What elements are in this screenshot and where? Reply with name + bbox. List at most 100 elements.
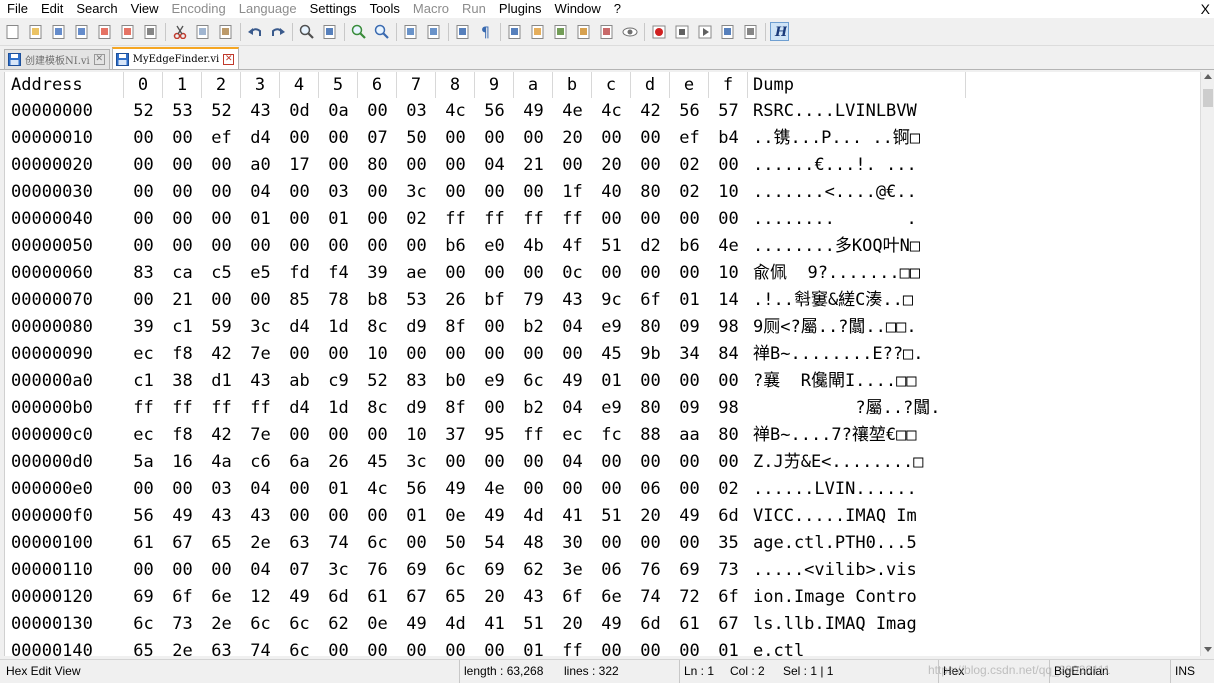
byte-cell[interactable]: e5	[241, 260, 280, 287]
byte-cell[interactable]: 6a	[280, 449, 319, 476]
byte-cell[interactable]: 7e	[241, 341, 280, 368]
eye-icon[interactable]	[620, 22, 639, 41]
byte-cell[interactable]: 02	[670, 179, 709, 206]
byte-cell[interactable]: 43	[241, 503, 280, 530]
byte-cell[interactable]: 84	[709, 341, 748, 368]
byte-cell[interactable]: 8c	[358, 395, 397, 422]
byte-cell[interactable]: 00	[436, 125, 475, 152]
undo-icon[interactable]	[245, 22, 264, 41]
save-macro-icon[interactable]	[741, 22, 760, 41]
byte-cell[interactable]: 3c	[241, 314, 280, 341]
byte-cell[interactable]: c1	[124, 368, 163, 395]
byte-cell[interactable]: 6c	[241, 611, 280, 638]
byte-cell[interactable]: 49	[592, 611, 631, 638]
byte-cell[interactable]: ff	[514, 422, 553, 449]
byte-cell[interactable]: 00	[670, 368, 709, 395]
byte-cell[interactable]: 00	[514, 341, 553, 368]
byte-cell[interactable]: 09	[670, 395, 709, 422]
byte-cell[interactable]: 34	[670, 341, 709, 368]
byte-cell[interactable]: 42	[202, 341, 241, 368]
byte-cell[interactable]: 00	[709, 449, 748, 476]
byte-column-header[interactable]: 4	[280, 72, 319, 98]
byte-cell[interactable]: 4a	[202, 449, 241, 476]
byte-cell[interactable]: 00	[475, 395, 514, 422]
byte-cell[interactable]: 67	[397, 584, 436, 611]
dump-cell[interactable]: ?屬..?闒.	[748, 395, 966, 422]
byte-cell[interactable]: 6e	[202, 584, 241, 611]
byte-cell[interactable]: b8	[358, 287, 397, 314]
scroll-thumb[interactable]	[1203, 89, 1213, 107]
byte-cell[interactable]: 00	[592, 476, 631, 503]
byte-cell[interactable]: 00	[280, 233, 319, 260]
byte-cell[interactable]: 76	[358, 557, 397, 584]
dump-cell[interactable]: .....<vilib>.vis	[748, 557, 966, 584]
byte-cell[interactable]: 6d	[709, 503, 748, 530]
byte-cell[interactable]: 00	[397, 152, 436, 179]
byte-cell[interactable]: 49	[475, 503, 514, 530]
tab-myedgefinder[interactable]: MyEdgeFinder.vi ✕	[111, 47, 240, 69]
byte-cell[interactable]: 00	[358, 98, 397, 125]
byte-cell[interactable]: 00	[319, 503, 358, 530]
byte-cell[interactable]: 00	[280, 206, 319, 233]
byte-cell[interactable]: d4	[280, 395, 319, 422]
tab-close-icon[interactable]: ✕	[93, 54, 105, 65]
byte-cell[interactable]: 00	[475, 449, 514, 476]
byte-cell[interactable]: ff	[241, 395, 280, 422]
byte-cell[interactable]: ff	[553, 206, 592, 233]
byte-cell[interactable]: 48	[514, 530, 553, 557]
byte-column-header[interactable]: f	[709, 72, 748, 98]
byte-column-header[interactable]: e	[670, 72, 709, 98]
byte-column-header[interactable]: 3	[241, 72, 280, 98]
byte-cell[interactable]: 00	[319, 638, 358, 656]
byte-cell[interactable]: 43	[553, 287, 592, 314]
byte-cell[interactable]: 01	[241, 206, 280, 233]
byte-cell[interactable]: 00	[124, 206, 163, 233]
byte-cell[interactable]: 69	[397, 557, 436, 584]
word-wrap-icon[interactable]	[453, 22, 472, 41]
dump-cell[interactable]: 兪佩 9?.......□□	[748, 260, 966, 287]
byte-cell[interactable]: 00	[514, 125, 553, 152]
dump-cell[interactable]: 禅B~........E??□.	[748, 341, 966, 368]
byte-cell[interactable]: 1d	[319, 395, 358, 422]
menu-item-file[interactable]: File	[0, 0, 34, 18]
folder-workspace-icon[interactable]	[574, 22, 593, 41]
byte-cell[interactable]: 43	[514, 584, 553, 611]
byte-cell[interactable]: f8	[163, 422, 202, 449]
byte-cell[interactable]: 00	[436, 341, 475, 368]
byte-cell[interactable]: 57	[709, 98, 748, 125]
byte-cell[interactable]: 51	[514, 611, 553, 638]
byte-cell[interactable]: 78	[319, 287, 358, 314]
dump-cell[interactable]: VICC.....IMAQ Im	[748, 503, 966, 530]
byte-cell[interactable]: 0c	[553, 260, 592, 287]
byte-cell[interactable]: 49	[553, 368, 592, 395]
byte-cell[interactable]: 04	[475, 152, 514, 179]
byte-cell[interactable]: 1f	[553, 179, 592, 206]
close-document-button[interactable]: X	[1201, 0, 1210, 18]
byte-cell[interactable]: 00	[514, 179, 553, 206]
byte-cell[interactable]: 00	[124, 152, 163, 179]
byte-cell[interactable]: 39	[358, 260, 397, 287]
byte-cell[interactable]: 00	[670, 476, 709, 503]
byte-cell[interactable]: 4c	[436, 98, 475, 125]
byte-cell[interactable]: 4f	[553, 233, 592, 260]
byte-cell[interactable]: 00	[436, 152, 475, 179]
scroll-up-arrow-icon[interactable]	[1204, 74, 1212, 79]
byte-cell[interactable]: 00	[280, 422, 319, 449]
byte-cell[interactable]: 03	[319, 179, 358, 206]
byte-cell[interactable]: f4	[319, 260, 358, 287]
byte-cell[interactable]: b0	[436, 368, 475, 395]
menu-item-window[interactable]: Window	[548, 0, 607, 18]
byte-cell[interactable]: 00	[670, 260, 709, 287]
byte-cell[interactable]: 00	[280, 179, 319, 206]
byte-cell[interactable]: 6c	[124, 611, 163, 638]
byte-cell[interactable]: 51	[592, 503, 631, 530]
byte-cell[interactable]: 8f	[436, 314, 475, 341]
byte-cell[interactable]: 56	[124, 503, 163, 530]
byte-cell[interactable]: 4e	[709, 233, 748, 260]
byte-cell[interactable]: 00	[280, 125, 319, 152]
zoom-in-icon[interactable]	[349, 22, 368, 41]
byte-cell[interactable]: 56	[475, 98, 514, 125]
byte-cell[interactable]: 00	[553, 476, 592, 503]
byte-cell[interactable]: d9	[397, 395, 436, 422]
play-macro-icon[interactable]	[695, 22, 714, 41]
